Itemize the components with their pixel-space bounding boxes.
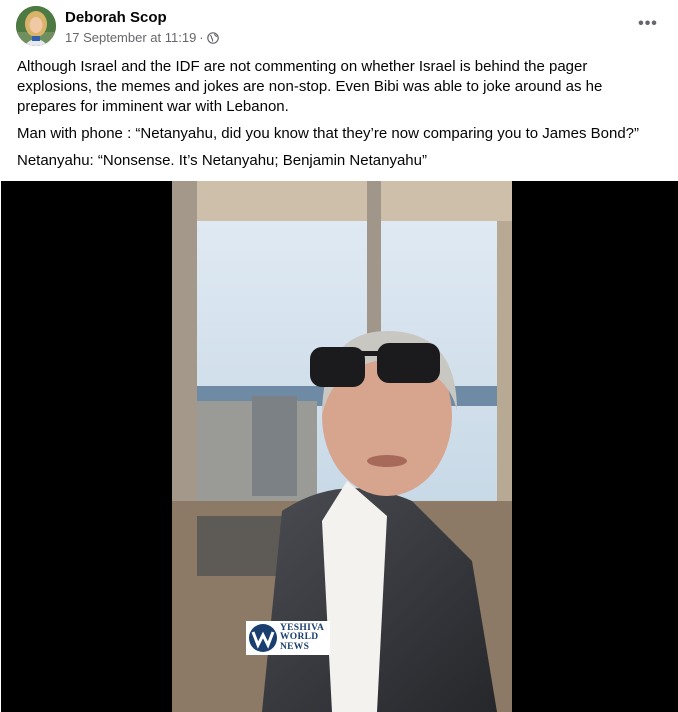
post-text: Although Israel and the IDF are not comm… (17, 57, 657, 178)
ywn-logo-icon (249, 624, 277, 652)
more-options-label: ••• (638, 15, 658, 32)
video-player[interactable]: YESHIVA WORLD NEWS (1, 181, 678, 712)
watermark-line: NEWS (280, 641, 310, 652)
post-paragraph: Man with phone : “Netanyahu, did you kno… (17, 125, 640, 142)
globe-icon[interactable] (206, 31, 219, 44)
yeshiva-world-news-watermark: YESHIVA WORLD NEWS (246, 621, 330, 655)
facebook-post: Deborah Scop 17 September at 11:19 · •••… (0, 0, 678, 712)
watermark-text: YESHIVA WORLD NEWS (280, 623, 324, 653)
post-header: Deborah Scop 17 September at 11:19 · ••• (0, 0, 678, 54)
meta-separator: · (199, 30, 204, 45)
author-avatar[interactable] (16, 6, 56, 46)
post-paragraph: Although Israel and the IDF are not comm… (17, 58, 603, 115)
more-options-icon[interactable]: ••• (634, 14, 662, 34)
post-timestamp[interactable]: 17 September at 11:19 (65, 30, 196, 45)
author-name[interactable]: Deborah Scop (65, 9, 167, 26)
post-meta: 17 September at 11:19 · (65, 30, 219, 45)
post-paragraph: Netanyahu: “Nonsense. It’s Netanyahu; Be… (17, 152, 427, 169)
video-frame (172, 181, 512, 712)
